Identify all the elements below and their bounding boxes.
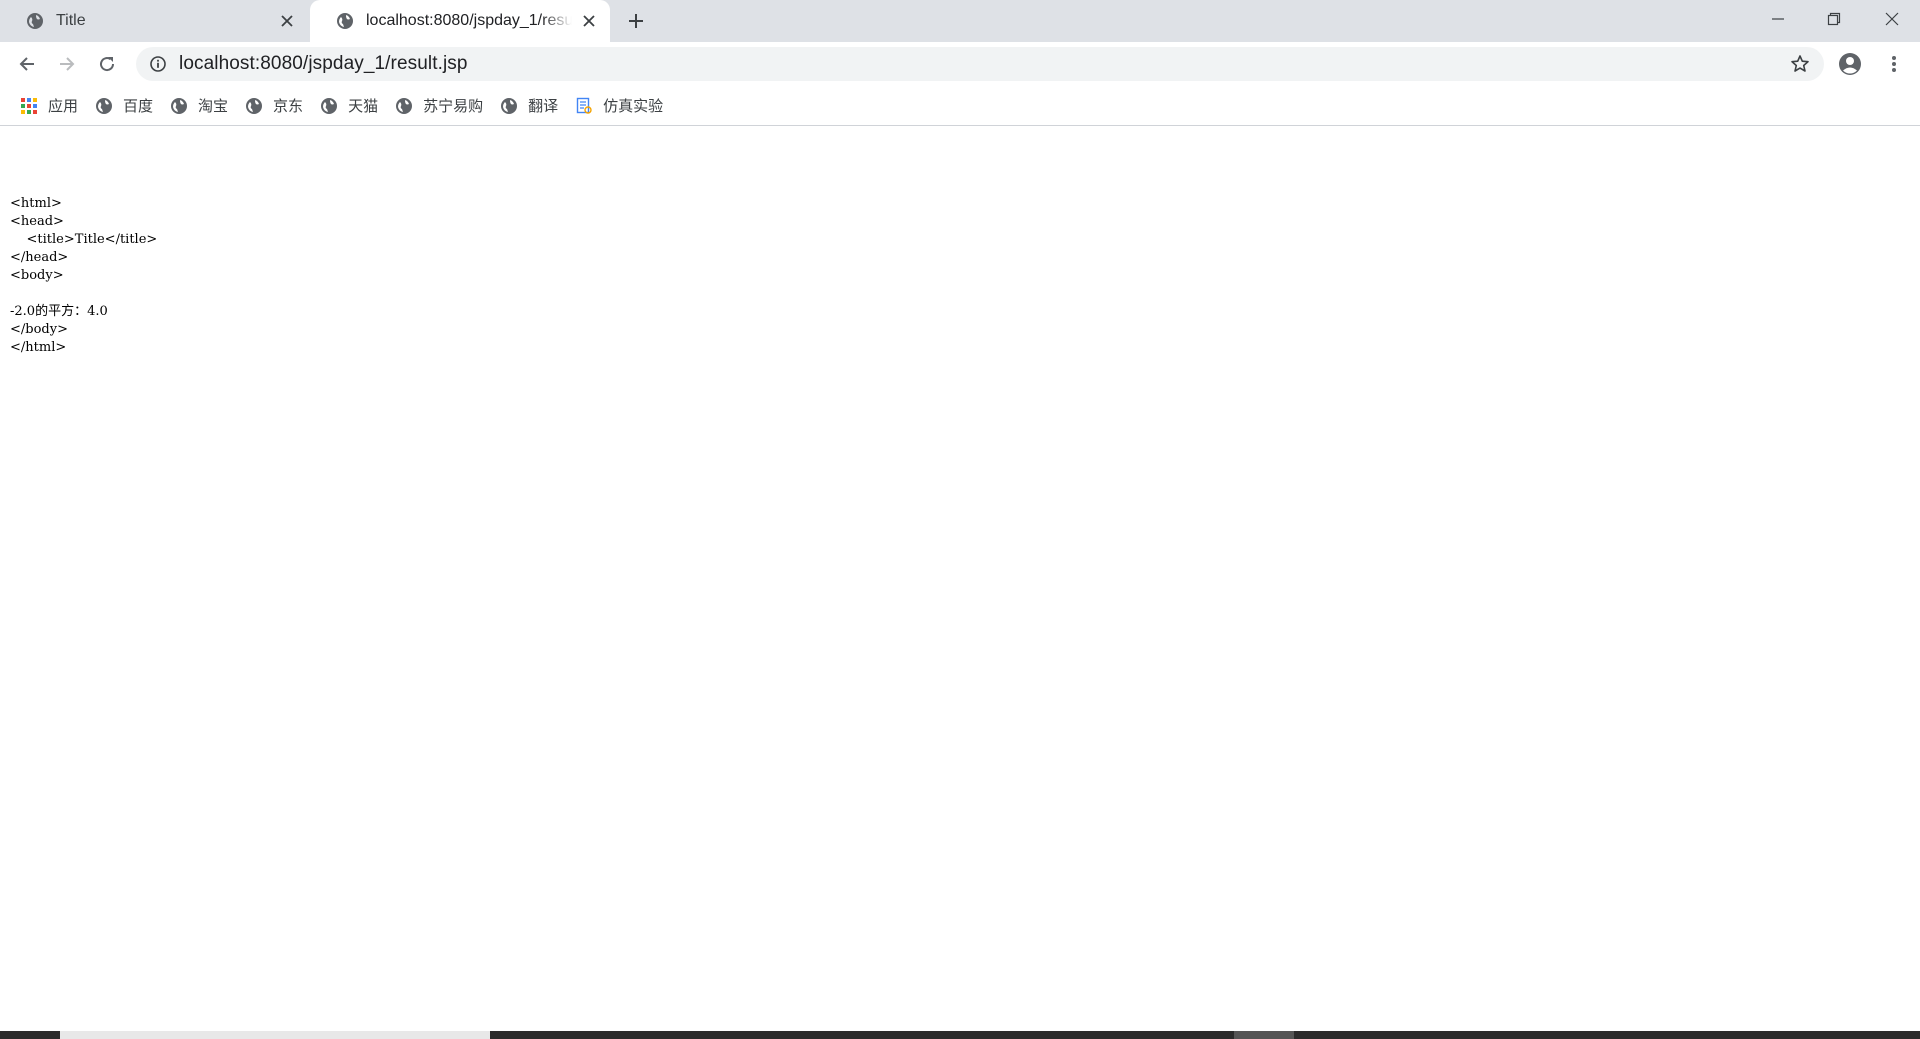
bookmarks-bar: 应用 百度 淘宝 京东 天猫 苏宁易购 翻译 仿真实验 [0, 86, 1920, 126]
minimize-icon [1772, 18, 1784, 20]
bookmark-star-button[interactable] [1790, 54, 1810, 74]
globe-icon [337, 13, 353, 29]
minimize-button[interactable] [1750, 0, 1806, 38]
forward-button[interactable] [51, 48, 83, 80]
page-source-text: <html> <head> <title>Title</title> </hea… [10, 196, 158, 355]
arrow-right-icon [60, 57, 75, 71]
bookmark-baidu[interactable]: 百度 [87, 92, 161, 120]
tab-label: localhost:8080/jspday_1/result.jsp [366, 12, 572, 29]
document-icon [576, 97, 592, 114]
globe-icon [396, 97, 413, 114]
tab-label: Title [56, 12, 86, 29]
bookmark-label: 翻译 [528, 98, 559, 115]
bookmark-label: 淘宝 [198, 98, 229, 115]
url-text[interactable]: localhost:8080/jspday_1/result.jsp [179, 53, 468, 75]
browser-window: Title localhost:8080/jspday_1/result.jsp [0, 0, 1920, 1039]
reload-button[interactable] [91, 48, 123, 80]
taskbar-search-box[interactable] [60, 1031, 490, 1039]
taskbar-app-button[interactable] [1234, 1031, 1294, 1039]
profile-button[interactable] [1836, 50, 1864, 78]
toolbar: localhost:8080/jspday_1/result.jsp [0, 42, 1920, 86]
menu-button[interactable] [1880, 50, 1908, 78]
globe-icon [96, 97, 113, 114]
restore-button[interactable] [1806, 0, 1862, 38]
bookmark-label: 应用 [48, 98, 79, 115]
window-close-button[interactable] [1864, 0, 1920, 38]
new-tab-button[interactable] [622, 7, 650, 35]
page-content: <html> <head> <title>Title</title> </hea… [0, 127, 1920, 1031]
close-icon [1885, 12, 1899, 26]
plus-icon [629, 14, 643, 28]
bookmark-label: 京东 [273, 98, 304, 115]
bookmark-label: 百度 [123, 98, 154, 115]
arrow-left-icon [19, 57, 34, 71]
tab-result[interactable]: localhost:8080/jspday_1/result.jsp [310, 0, 610, 42]
restore-icon [1827, 12, 1841, 26]
more-vertical-icon [1892, 56, 1896, 72]
globe-icon [501, 97, 518, 114]
globe-icon [321, 97, 338, 114]
globe-icon [27, 13, 43, 29]
star-icon [1791, 55, 1809, 72]
bookmark-translate[interactable]: 翻译 [492, 92, 566, 120]
account-circle-icon [1839, 53, 1861, 75]
bookmark-tmall[interactable]: 天猫 [312, 92, 386, 120]
tab-strip: Title localhost:8080/jspday_1/result.jsp [0, 0, 1920, 42]
bookmark-simulation[interactable]: 仿真实验 [567, 92, 671, 120]
bookmark-label: 仿真实验 [603, 98, 664, 115]
back-button[interactable] [11, 48, 43, 80]
close-icon[interactable] [580, 12, 598, 30]
bookmark-suning[interactable]: 苏宁易购 [387, 92, 491, 120]
info-icon[interactable] [149, 55, 167, 73]
globe-icon [246, 97, 263, 114]
address-bar[interactable]: localhost:8080/jspday_1/result.jsp [136, 47, 1824, 81]
globe-icon [171, 97, 188, 114]
apps-grid-icon [21, 97, 37, 114]
bookmark-label: 苏宁易购 [423, 98, 484, 115]
bookmark-jd[interactable]: 京东 [237, 92, 311, 120]
bookmark-label: 天猫 [348, 98, 379, 115]
reload-icon [100, 57, 115, 72]
taskbar [0, 1031, 1920, 1039]
close-icon[interactable] [278, 12, 296, 30]
bookmark-apps[interactable]: 应用 [16, 92, 86, 120]
tab-title[interactable]: Title [0, 0, 308, 42]
bookmark-taobao[interactable]: 淘宝 [162, 92, 236, 120]
